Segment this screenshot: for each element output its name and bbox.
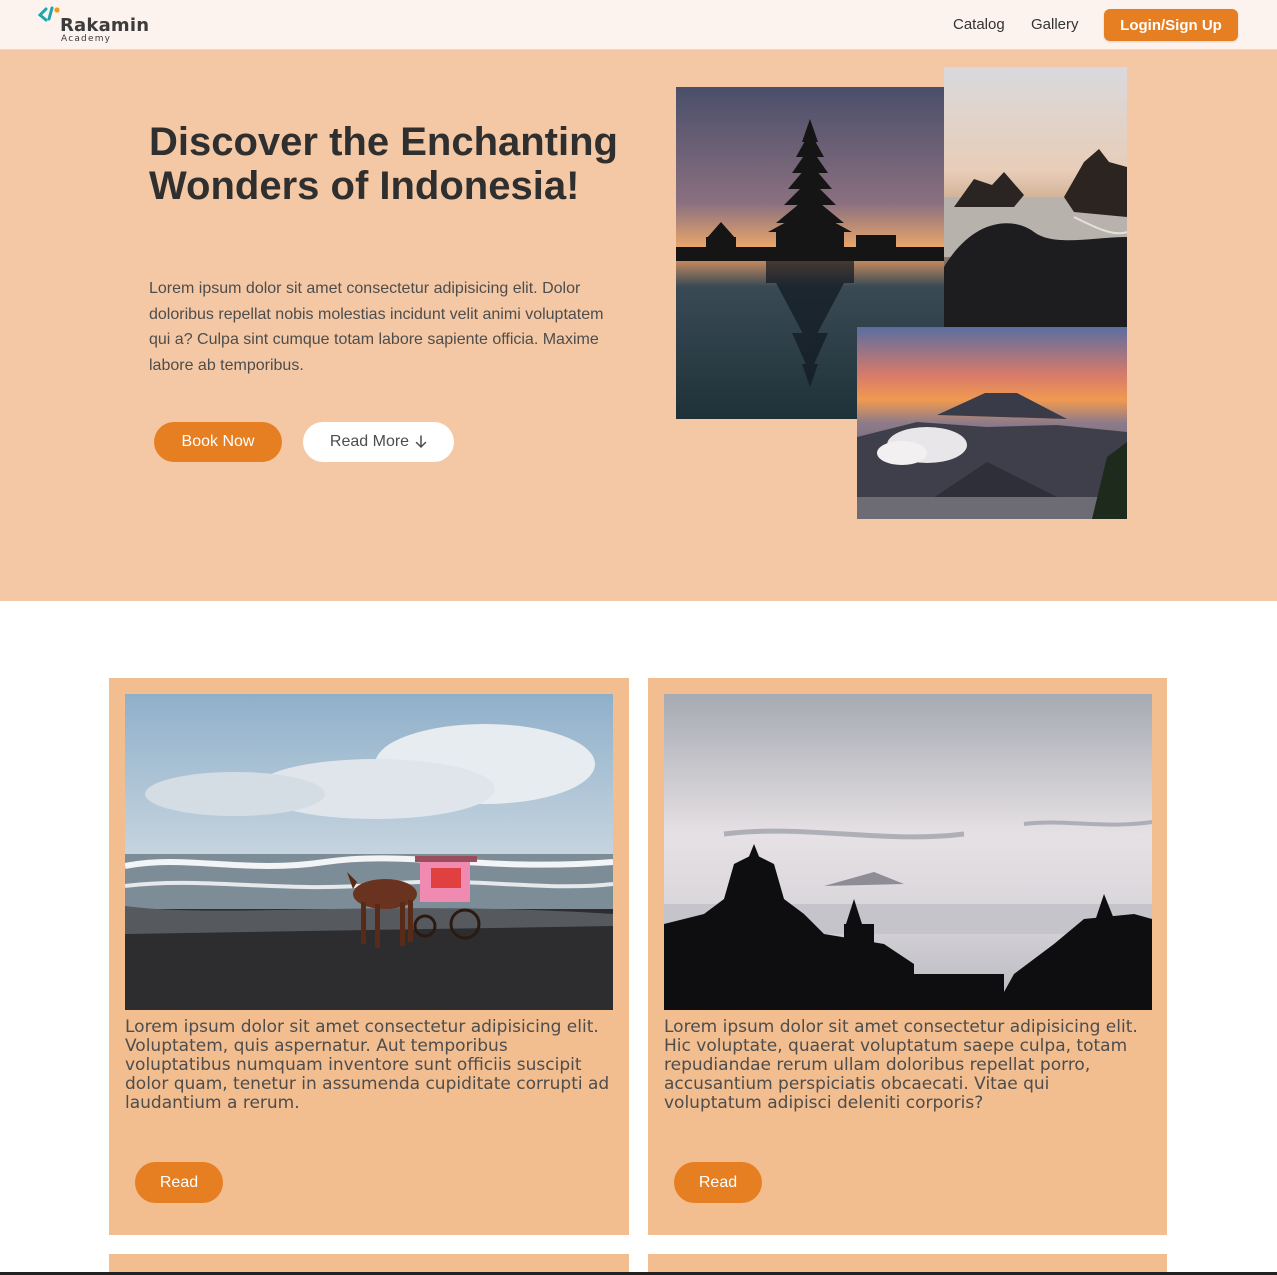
card-description: Lorem ipsum dolor sit amet consectetur a…	[125, 1017, 610, 1113]
destination-card: Lorem ipsum dolor sit amet consectetur a…	[109, 678, 629, 1235]
read-more-button[interactable]: Read More	[303, 422, 454, 462]
brand-subtitle: Academy	[61, 34, 112, 44]
read-button[interactable]: Read	[135, 1162, 223, 1203]
arrow-down-icon	[415, 435, 427, 449]
hero-title: Discover the Enchanting Wonders of Indon…	[149, 120, 618, 208]
volcano-photo	[857, 327, 1127, 519]
destination-card: Lorem ipsum dolor sit amet consectetur a…	[648, 678, 1167, 1235]
read-more-label: Read More	[329, 433, 410, 450]
hero-section: Discover the Enchanting Wonders of Indon…	[0, 50, 1277, 601]
login-signup-button[interactable]: Login/Sign Up	[1104, 9, 1238, 41]
card-description: Lorem ipsum dolor sit amet consectetur a…	[664, 1017, 1138, 1113]
hero-description: Lorem ipsum dolor sit amet consectetur a…	[149, 280, 604, 374]
logo-mark-icon	[38, 6, 60, 22]
read-button[interactable]: Read	[674, 1162, 762, 1203]
nav-link-catalog[interactable]: Catalog	[953, 16, 1005, 33]
brand-name: Rakamin	[60, 15, 150, 36]
borobudur-photo	[664, 694, 1152, 1010]
nav-link-gallery[interactable]: Gallery	[1031, 16, 1079, 33]
coast-photo	[944, 67, 1127, 327]
book-now-button[interactable]: Book Now	[154, 422, 282, 462]
beach-carriage-photo	[125, 694, 613, 1010]
brand-logo[interactable]: Rakamin Academy	[38, 5, 158, 45]
navbar: Rakamin Academy Catalog Gallery Login/Si…	[0, 0, 1277, 50]
